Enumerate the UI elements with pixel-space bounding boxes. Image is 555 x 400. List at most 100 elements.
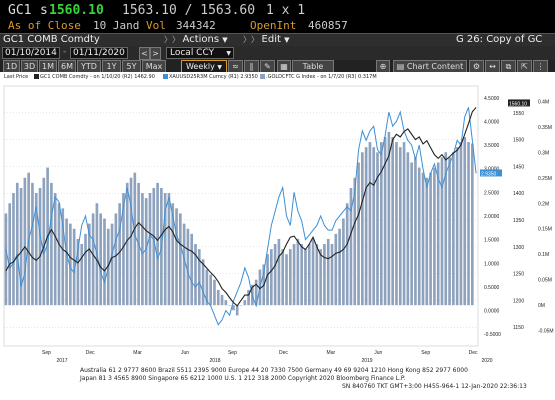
chevron-left-icon: <	[141, 49, 148, 58]
axis-r3-tick: 0.25M	[538, 176, 552, 182]
chevron-right-icon: >	[152, 49, 159, 58]
frequency-value: Weekly	[185, 62, 215, 71]
end-date-input[interactable]: 01/11/2020	[70, 47, 128, 59]
cftc-bar	[270, 249, 273, 306]
open-interest-label: OpenInt	[250, 19, 297, 32]
cftc-bar	[292, 244, 296, 306]
cftc-bar	[148, 193, 152, 306]
cftc-bar	[266, 254, 269, 306]
x-tick-label: Dec	[469, 350, 478, 356]
security-toolbar: GC1 COMB Comdty 〉〉 Actions ▼ 〉〉 Edit ▼ G…	[0, 33, 555, 47]
as-of-date: 10 Jand	[93, 19, 140, 32]
axis-r1-tick: 4.0000	[484, 119, 500, 125]
cftc-bar	[285, 254, 288, 306]
cftc-bar	[118, 203, 121, 306]
legend-item-risk-reversal[interactable]: XAUUSD25R3M Curncy (R1) 2.9350	[163, 74, 258, 80]
cftc-bar	[361, 152, 364, 306]
chevron-right-icon: 〉〉	[164, 35, 183, 44]
axis-r1-tick: 1.5000	[484, 238, 500, 244]
volume-label: Vol	[146, 19, 166, 32]
x-year-label: 2017	[56, 358, 67, 364]
edit-label: Edit	[261, 34, 281, 45]
cftc-bar	[216, 289, 220, 306]
cftc-bar	[414, 157, 417, 306]
cftc-bar	[42, 177, 46, 306]
chart-panel: 4.50004.00003.50003.00002.50002.00001.50…	[0, 72, 555, 400]
zoom-icon: ⊕	[379, 62, 387, 71]
cftc-bar	[103, 218, 106, 306]
prev-period-button[interactable]: <	[139, 47, 150, 60]
axis-r1-tick: 0.5000	[484, 285, 500, 291]
legend-label: .GOLDCFTC G Index - on 1/7/20 (R3) 0.317…	[266, 74, 377, 80]
cftc-bar	[129, 177, 133, 306]
legend-label: GC1 COMB Comdty - on 1/10/20 (R2) 1462.9…	[40, 74, 155, 80]
axis-r3-tick: 0.3M	[538, 150, 549, 156]
security-field[interactable]: GC1 COMB Comdty	[3, 34, 100, 45]
cftc-bar	[167, 193, 171, 306]
cftc-bar	[53, 193, 57, 306]
expand-icon: ↔	[489, 62, 496, 71]
bid-ask: 1563.10 / 1563.60	[122, 3, 256, 18]
cftc-bar	[144, 198, 148, 306]
copy-icon: ⧉	[505, 62, 512, 71]
legend-item-gold[interactable]: GC1 COMB Comdty - on 1/10/20 (R2) 1462.9…	[34, 74, 155, 80]
x-tick-label: Jun	[374, 350, 382, 356]
cftc-bar	[220, 295, 224, 306]
volume: 344342	[176, 19, 216, 32]
bar-chart-icon: ∥	[249, 62, 254, 71]
dropdown-icon: ▼	[217, 64, 223, 71]
cftc-bar	[440, 157, 444, 306]
axis-r2-tick: 1500	[513, 138, 524, 144]
actions-menu[interactable]: 〉〉 Actions ▼	[164, 34, 228, 45]
cftc-bar	[421, 172, 425, 306]
as-of-label: As of Close	[8, 19, 81, 32]
axis-r3-tick: 0.05M	[538, 278, 552, 284]
footer-line-2: Japan 81 3 4565 8900 Singapore 65 6212 1…	[80, 375, 406, 382]
cftc-bar	[243, 300, 247, 306]
cftc-bar	[4, 213, 8, 306]
cftc-bar	[38, 187, 42, 306]
chart-content-icon: ▤	[396, 62, 407, 71]
dropdown-icon: ▼	[226, 50, 231, 57]
ticker: GC1	[8, 3, 32, 18]
currency-select[interactable]: Local CCY ▼	[166, 47, 234, 59]
legend-item-cftc[interactable]: .GOLDCFTC G Index - on 1/7/20 (R3) 0.317…	[260, 74, 377, 80]
axis-r1-tick: -0.5000	[484, 332, 501, 338]
x-tick-label: Mar	[327, 350, 336, 356]
axis-r2-tick: 1300	[513, 245, 524, 251]
next-period-button[interactable]: >	[150, 47, 161, 60]
axis-r3-tick: 0.35M	[538, 125, 552, 131]
actions-label: Actions	[182, 34, 220, 45]
axis-r3-tick: 0.4M	[538, 99, 549, 105]
x-tick-label: Sep	[228, 350, 237, 356]
x-year-label: 2019	[361, 358, 372, 364]
cftc-bar	[179, 213, 182, 306]
cftc-bar	[345, 203, 349, 306]
start-date-input[interactable]: 01/10/2014	[2, 47, 60, 59]
chart-svg[interactable]: 4.50004.00003.50003.00002.50002.00001.50…	[0, 72, 555, 365]
edit-menu[interactable]: 〉〉 Edit ▼	[243, 34, 290, 45]
cftc-bar	[239, 305, 243, 306]
open-interest: 460857	[308, 19, 348, 32]
cftc-bar	[398, 147, 402, 306]
cftc-bar	[357, 162, 360, 306]
legend-swatch	[34, 74, 39, 79]
axis-r2-tick: 1150	[513, 325, 524, 331]
footer-line-3: SN 840760 TKT GMT+3:00 H455-964-1 12-Jan…	[342, 383, 527, 390]
grid-icon: ▦	[280, 62, 288, 71]
cftc-bar	[300, 244, 303, 306]
cftc-bar	[175, 208, 178, 306]
quote-subheader: As of Close 10 Jand Vol 344342 OpenInt 4…	[0, 19, 555, 33]
cftc-bar	[342, 218, 345, 306]
cftc-bar	[281, 249, 285, 306]
cftc-bar	[114, 213, 118, 306]
axis-r2-tick: 1400	[513, 191, 524, 197]
cftc-bar	[186, 228, 190, 306]
line-chart-icon: ≈	[232, 62, 239, 71]
chart-legend: Last Price GC1 COMB Comdty - on 1/10/20 …	[0, 72, 555, 82]
cftc-bar	[379, 142, 383, 306]
cftc-bar	[368, 142, 372, 306]
axis-r1-tick: 3.5000	[484, 143, 500, 149]
cftc-bar	[57, 203, 61, 306]
cftc-bar	[459, 142, 463, 306]
